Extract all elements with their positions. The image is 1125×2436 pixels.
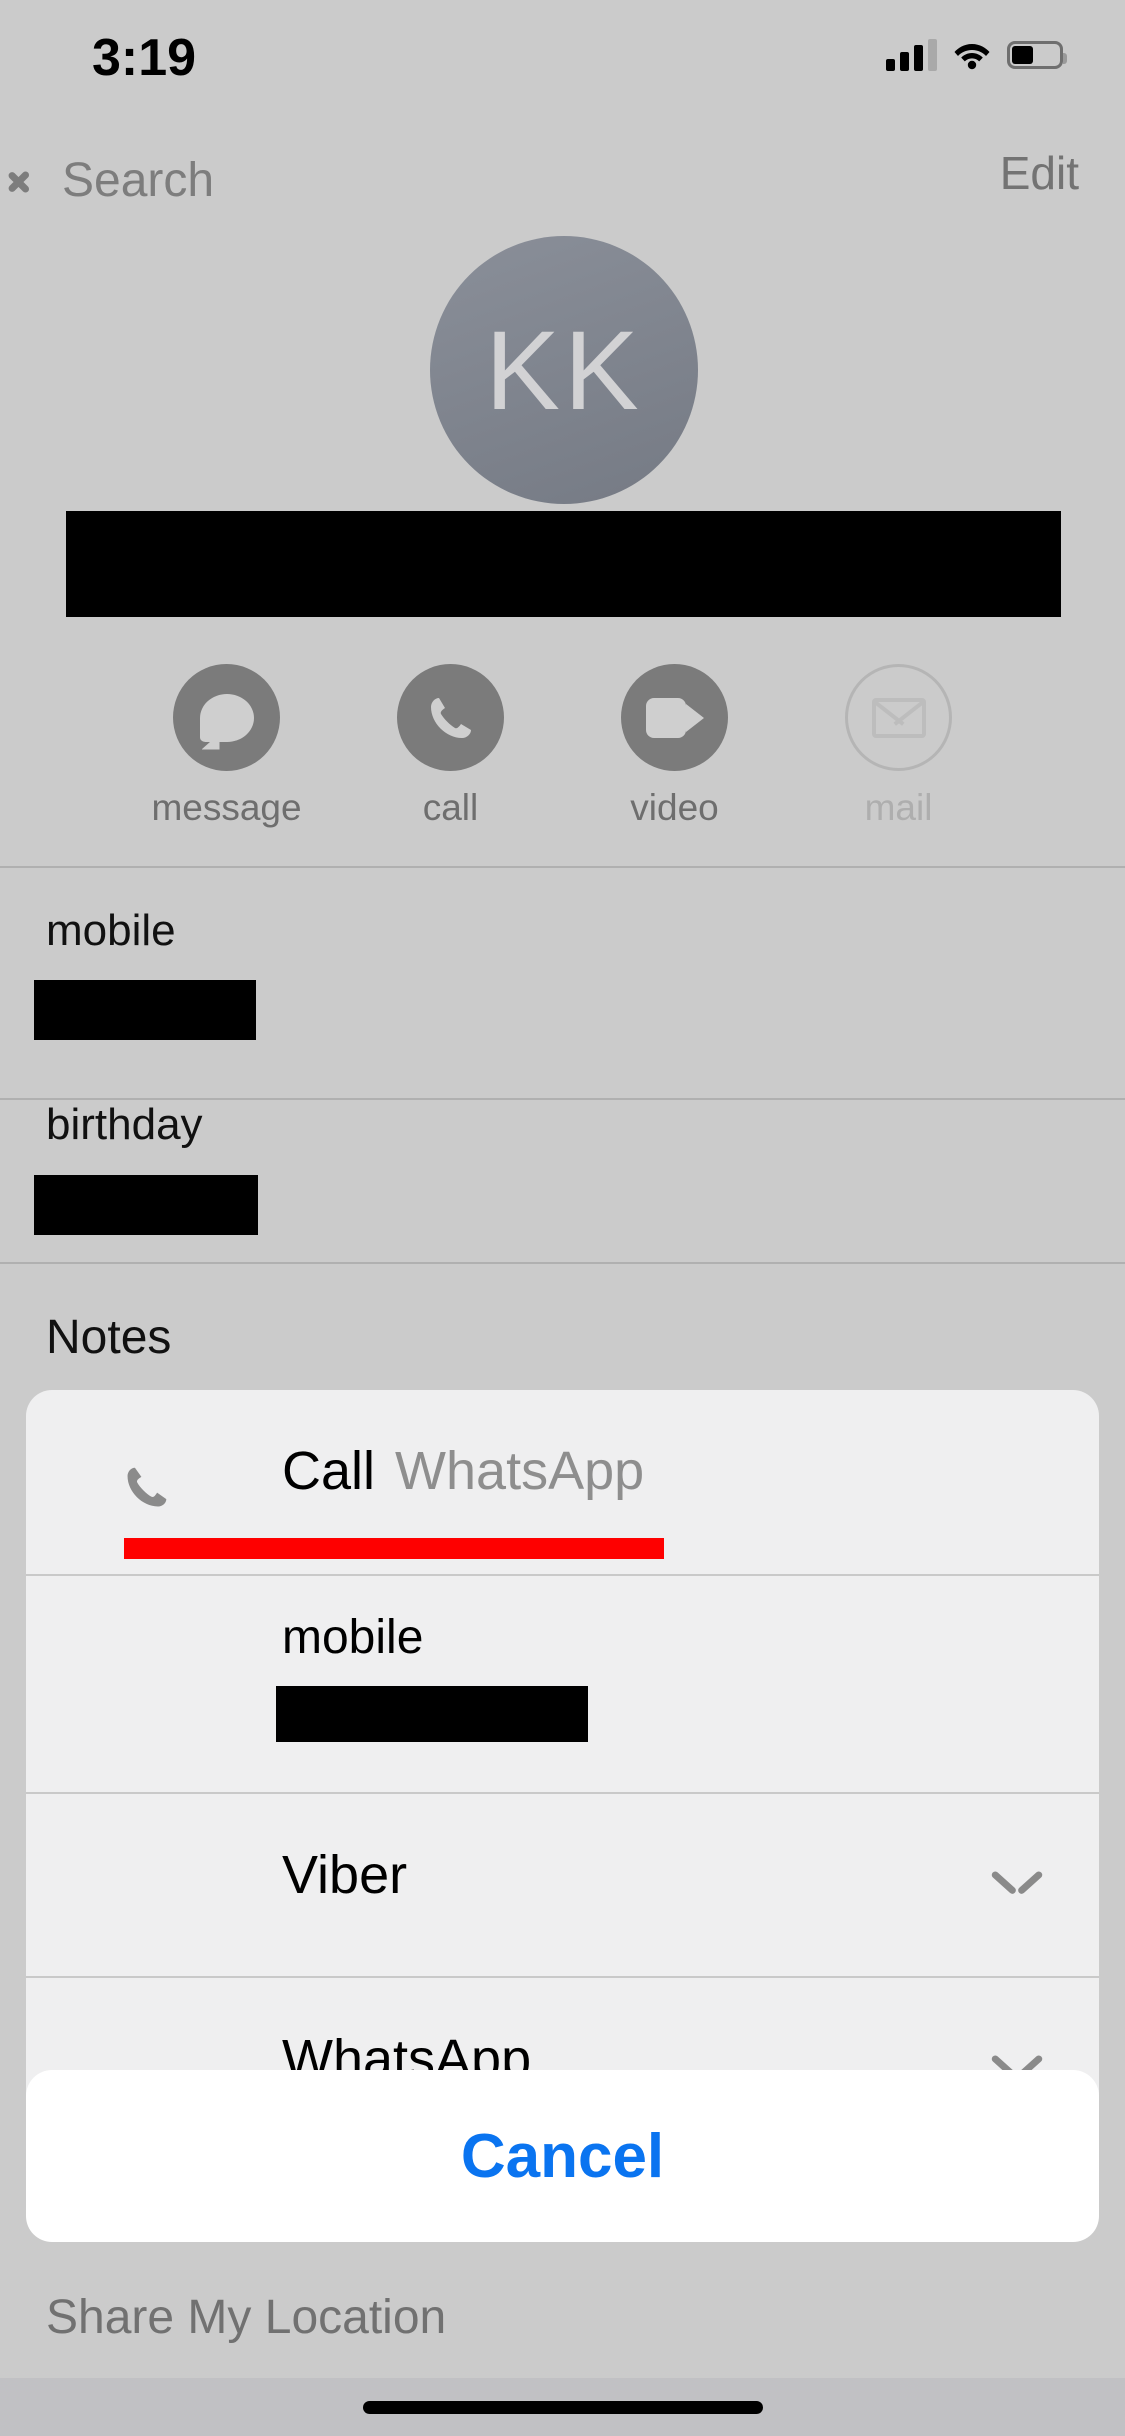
chevron-down-icon[interactable] (995, 1870, 1039, 1896)
back-button-label: Search (62, 153, 215, 207)
action-sheet-row-label: Viber (282, 1845, 408, 1905)
iphone-screen: 3:19 Search Edit KK message call video m… (0, 0, 1125, 2436)
field-value-redaction-mobile[interactable] (34, 980, 256, 1040)
status-bar: 3:19 (0, 0, 1125, 132)
battery-icon (1007, 41, 1067, 69)
message-action-button[interactable]: message (151, 664, 302, 829)
action-sheet-row-label: mobile (282, 1611, 424, 1664)
avatar[interactable]: KK (430, 236, 698, 504)
video-action-label: video (630, 787, 719, 828)
cancel-button[interactable]: Cancel (26, 2070, 1099, 2242)
call-action-button[interactable]: call (379, 664, 522, 829)
avatar-initials: KK (485, 307, 643, 433)
mail-action-button: mail (827, 664, 970, 829)
action-sheet-row-mobile[interactable]: mobile (26, 1576, 1099, 1794)
action-sheet-row-viber[interactable]: Viber (26, 1794, 1099, 1978)
message-action-label: message (151, 787, 302, 828)
divider (0, 1262, 1125, 1264)
status-bar-time: 3:19 (92, 29, 197, 87)
mail-action-label: mail (864, 787, 933, 828)
action-sheet: Call WhatsApp mobile Viber WhatsApp (26, 1390, 1099, 2162)
action-sheet-subtitle: WhatsApp (395, 1441, 645, 1501)
back-button[interactable]: Search (26, 140, 214, 220)
field-label-birthday: birthday (46, 1100, 203, 1149)
status-bar-indicators (886, 32, 1067, 78)
divider (0, 866, 1125, 868)
phone-icon (397, 664, 504, 771)
video-action-button[interactable]: video (603, 664, 746, 829)
edit-button[interactable]: Edit (1000, 146, 1079, 200)
phone-icon (122, 1464, 170, 1512)
quick-action-row: message call video mail (0, 664, 1125, 829)
share-my-location-item: Share My Location (46, 2291, 447, 2344)
video-camera-icon (621, 664, 728, 771)
field-label-mobile: mobile (46, 906, 176, 955)
cancel-button-label: Cancel (460, 2121, 665, 2191)
field-value-redaction-birthday[interactable] (34, 1175, 258, 1235)
field-label-notes: Notes (46, 1311, 172, 1364)
red-annotation-underline (124, 1538, 664, 1559)
action-sheet-header: Call WhatsApp (26, 1390, 1099, 1576)
home-indicator[interactable] (362, 2401, 763, 2414)
contact-name-redaction (66, 511, 1061, 617)
message-bubble-icon (173, 664, 280, 771)
navigation-bar: Search Edit (0, 140, 1125, 230)
envelope-icon (845, 664, 952, 771)
call-action-label: call (422, 787, 479, 828)
chevron-left-icon (26, 161, 48, 199)
action-sheet-title: Call (282, 1441, 376, 1501)
wifi-icon (953, 40, 991, 70)
cellular-signal-icon (886, 39, 937, 71)
action-sheet-row-value-redaction (276, 1686, 588, 1742)
